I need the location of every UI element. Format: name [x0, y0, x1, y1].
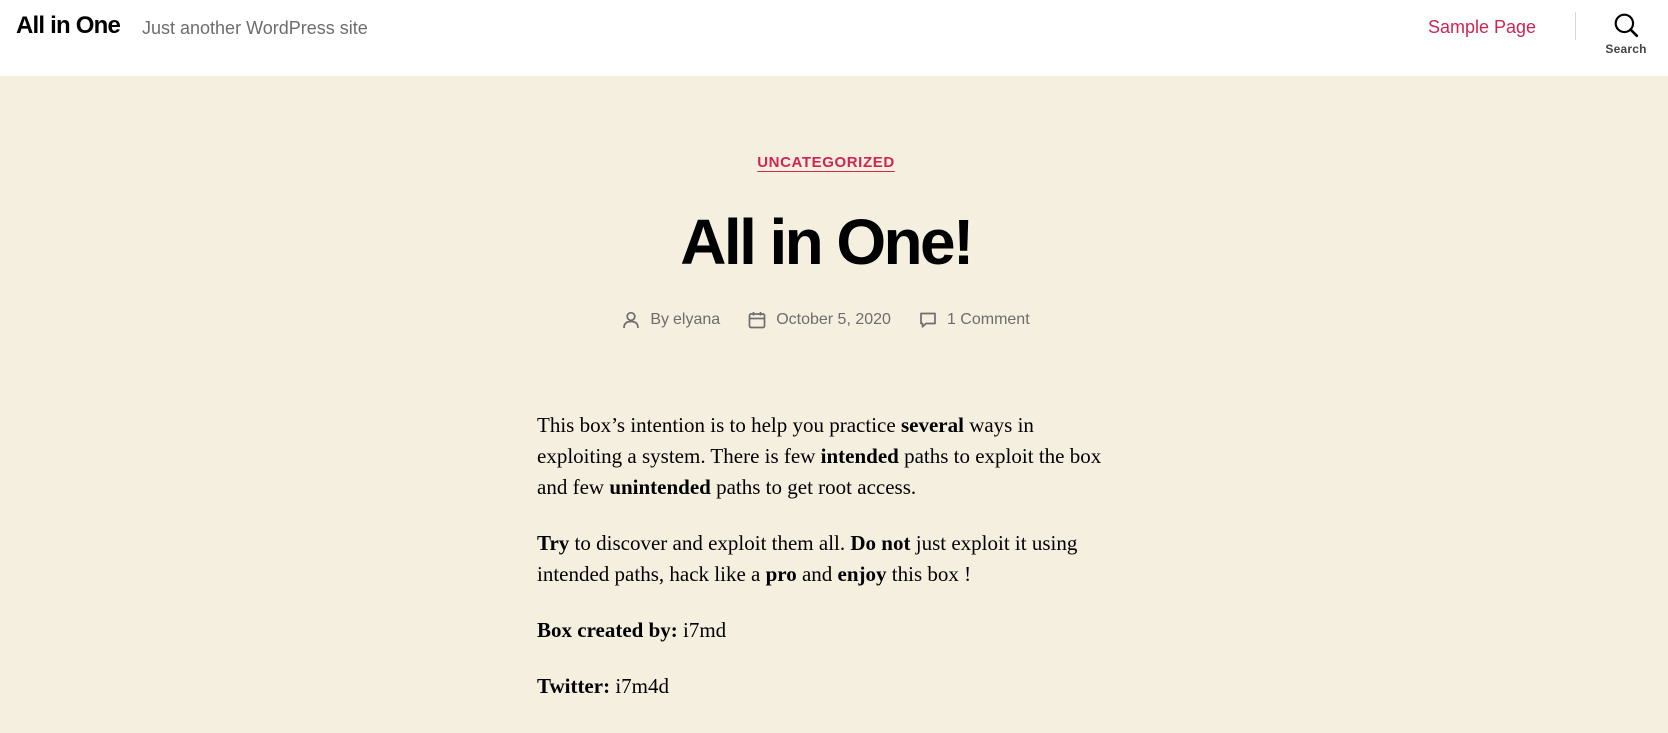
text-span: and — [796, 562, 838, 586]
bold-text: pro — [765, 562, 797, 586]
post-date-link[interactable]: October 5, 2020 — [776, 308, 891, 332]
site-header: All in One Just another WordPress site S… — [0, 0, 1668, 76]
post-author-link[interactable]: elyana — [673, 308, 720, 332]
text-span: this box ! — [886, 562, 972, 586]
post-author: By elyana — [622, 308, 720, 332]
post-comments-link[interactable]: 1 Comment — [947, 308, 1030, 332]
user-icon — [623, 311, 640, 329]
post-title: All in One! — [680, 206, 974, 278]
content-paragraph-intro: This box’s intention is to help you prac… — [537, 410, 1117, 503]
bold-text: intended — [820, 444, 899, 468]
search-label: Search — [1605, 42, 1647, 56]
nav-link-sample-page[interactable]: Sample Page — [1428, 15, 1536, 39]
post-categories: UNCATEGORIZED — [0, 154, 1652, 172]
bold-text: Twitter: — [537, 674, 611, 698]
search-toggle-button[interactable]: Search — [1596, 12, 1656, 64]
bold-text: Try — [537, 531, 570, 555]
bold-text: Box created by: — [537, 618, 678, 642]
post-meta: By elyana October 5, 2020 1 Comment — [0, 308, 1652, 332]
post-content: This box’s intention is to help you prac… — [537, 410, 1117, 727]
bold-text: unintended — [609, 475, 711, 499]
header-divider — [1575, 12, 1576, 40]
post-comments: 1 Comment — [919, 308, 1030, 332]
calendar-icon — [748, 312, 766, 329]
bold-text: Do not — [850, 531, 911, 555]
text-span: to discover and exploit them all. — [569, 531, 851, 555]
bold-text: enjoy — [837, 562, 887, 586]
bold-text: several — [900, 413, 964, 437]
text-span: i7m4d — [610, 674, 669, 698]
text-span: i7md — [677, 618, 727, 642]
site-tagline: Just another WordPress site — [142, 18, 368, 38]
post-author-prefix: By — [650, 311, 670, 328]
comment-icon — [920, 312, 936, 328]
site-title[interactable]: All in One — [16, 10, 121, 42]
content-paragraph-twitter: Twitter: i7m4d — [537, 671, 1117, 702]
category-link-uncategorized[interactable]: UNCATEGORIZED — [757, 154, 895, 171]
content-paragraph-creator: Box created by: i7md — [537, 615, 1117, 646]
post-date: October 5, 2020 — [748, 308, 891, 332]
search-icon — [1614, 13, 1639, 38]
text-span: This box’s intention is to help you prac… — [537, 413, 901, 437]
text-span: paths to get root access. — [710, 475, 917, 499]
content-paragraph-try: Try to discover and exploit them all. Do… — [537, 528, 1117, 590]
